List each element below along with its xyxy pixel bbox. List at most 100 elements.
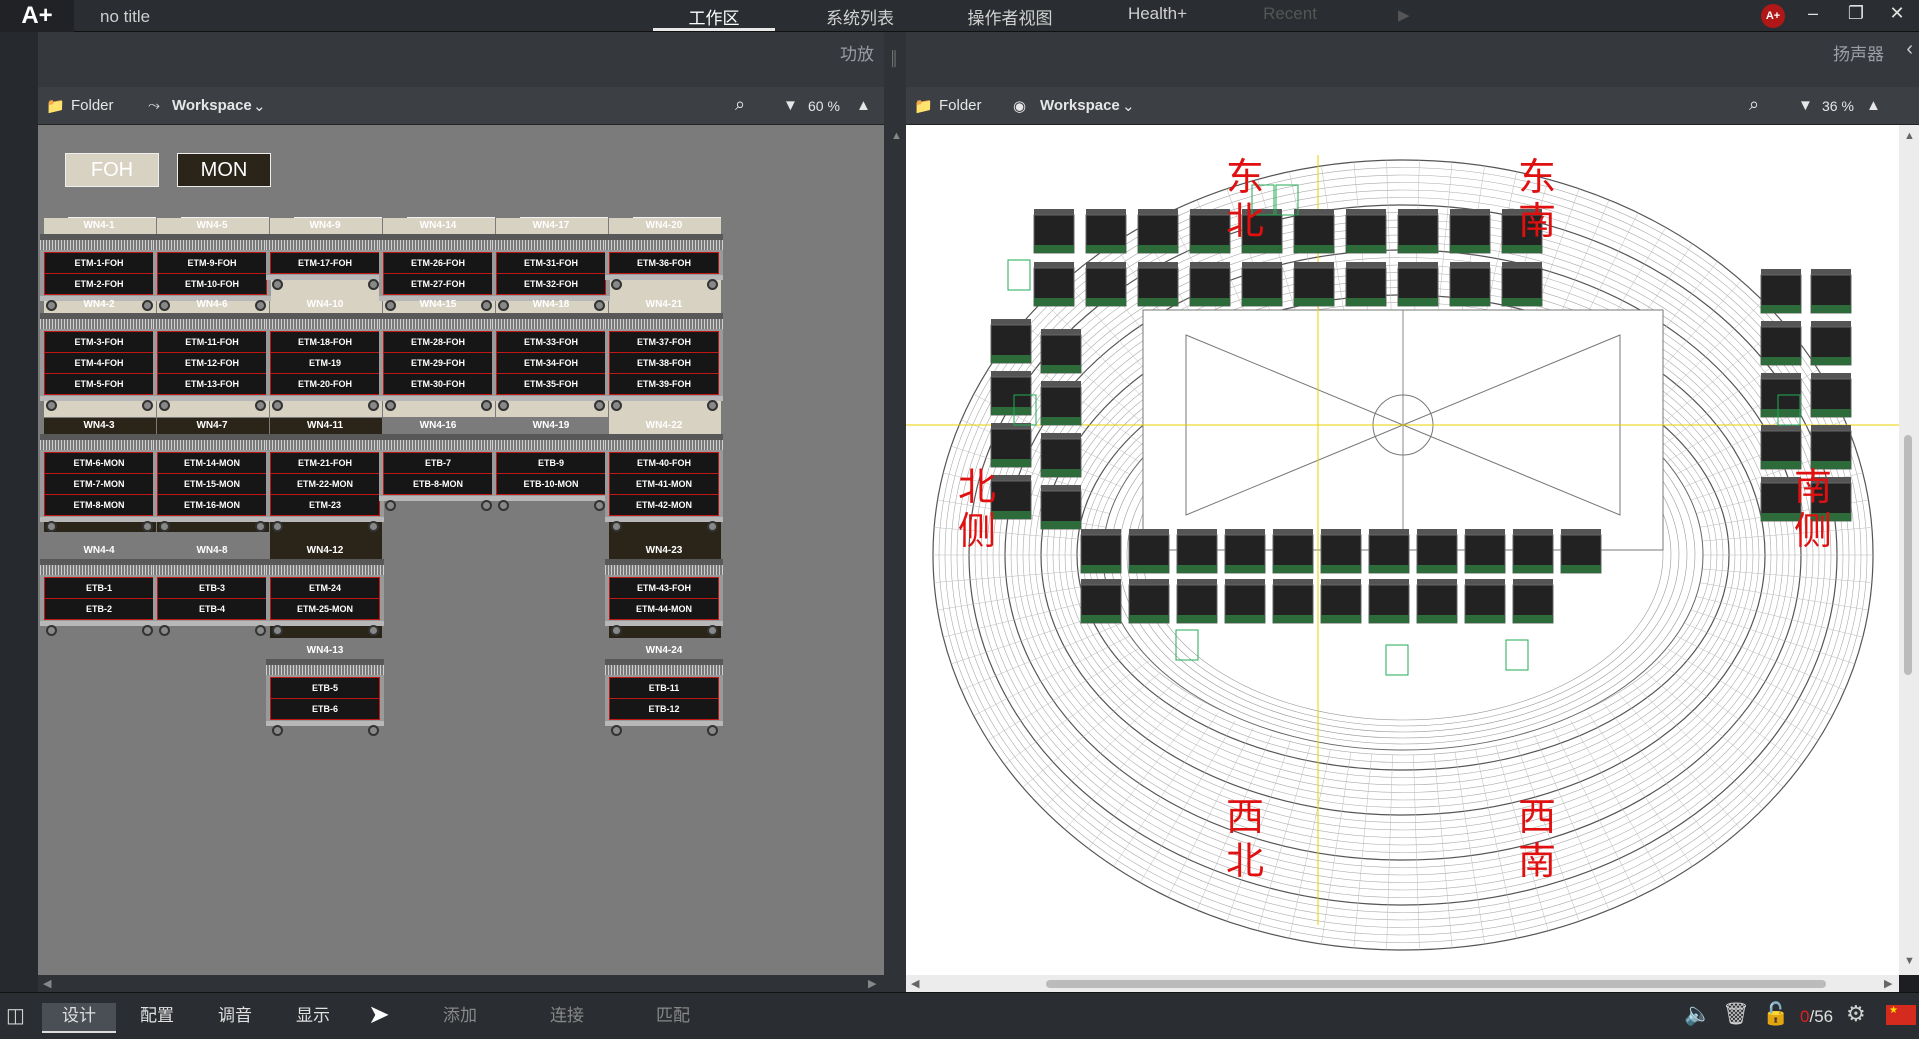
- amplifier-unit[interactable]: ETM-19: [270, 352, 380, 374]
- amp-rack[interactable]: WN4-18 ETM-33-FOH ETM-34-FOH ETM-35-FOH: [486, 297, 616, 411]
- amplifier-unit[interactable]: ETM-32-FOH: [496, 273, 606, 295]
- scroll-thumb[interactable]: [1904, 435, 1912, 675]
- amplifier-unit[interactable]: ETM-35-FOH: [496, 373, 606, 395]
- add-tool[interactable]: 添加: [420, 1003, 500, 1033]
- amp-rack[interactable]: WN4-1 ETM-1-FOH ETM-2-FOH: [34, 218, 164, 311]
- amp-rack[interactable]: WN4-17 ETM-31-FOH ETM-32-FOH: [486, 218, 616, 311]
- foh-mode-button[interactable]: FOH: [65, 153, 159, 187]
- folder-icon[interactable]: 📁: [46, 97, 65, 115]
- scroll-left-icon[interactable]: ◀: [911, 977, 919, 990]
- speaker-box[interactable]: [1040, 433, 1082, 478]
- amplifier-unit[interactable]: ETM-5-FOH: [44, 373, 154, 395]
- amplifier-unit[interactable]: ETM-12-FOH: [157, 352, 267, 374]
- speaker-box[interactable]: [1189, 209, 1231, 254]
- speaker-box[interactable]: [1224, 579, 1266, 624]
- amplifier-unit[interactable]: ETB-5: [270, 677, 380, 699]
- left-horizontal-scrollbar[interactable]: ◀ ▶: [38, 975, 884, 992]
- app-logo[interactable]: A+: [0, 0, 74, 32]
- amplifier-unit[interactable]: ETB-1: [44, 577, 154, 599]
- chevron-down-icon[interactable]: ⌄: [1122, 97, 1135, 115]
- amp-rack[interactable]: WN4-16 ETB-7 ETB-8-MON: [373, 418, 503, 511]
- workspace-dropdown[interactable]: Workspace: [1040, 97, 1120, 114]
- tab-system-list[interactable]: 系统列表: [805, 4, 915, 31]
- amplifier-unit[interactable]: ETM-15-MON: [157, 473, 267, 495]
- amplifier-unit[interactable]: ETM-25-MON: [270, 598, 380, 620]
- amplifier-unit[interactable]: ETB-6: [270, 698, 380, 720]
- workspace-icon[interactable]: ⤳: [148, 97, 160, 114]
- tab-workspace[interactable]: 工作区: [653, 4, 775, 31]
- speaker-box[interactable]: [1033, 262, 1075, 307]
- speaker-box[interactable]: [1176, 579, 1218, 624]
- amp-rack[interactable]: WN4-23 ETM-43-FOH ETM-44-MON: [599, 543, 729, 636]
- amp-rack[interactable]: WN4-15 ETM-28-FOH ETM-29-FOH ETM-30-FOH: [373, 297, 503, 411]
- language-flag-icon[interactable]: ★: [1886, 1005, 1916, 1025]
- speaker-box[interactable]: [1449, 262, 1491, 307]
- amplifier-unit[interactable]: ETM-39-FOH: [609, 373, 719, 395]
- amp-rack[interactable]: WN4-10 ETM-18-FOH ETM-19 ETM-20-FOH: [260, 297, 390, 411]
- folder-icon[interactable]: 📁: [914, 97, 933, 115]
- zoom-search-icon[interactable]: ⌕: [1749, 94, 1759, 115]
- speaker-box[interactable]: [1040, 329, 1082, 374]
- amplifier-unit[interactable]: ETM-24: [270, 577, 380, 599]
- speaker-box[interactable]: [1080, 579, 1122, 624]
- speaker-box[interactable]: [1040, 381, 1082, 426]
- scroll-right-icon[interactable]: ▶: [1884, 977, 1892, 990]
- speaker-box[interactable]: [990, 319, 1032, 364]
- speaker-box[interactable]: [1464, 529, 1506, 574]
- amplifier-unit[interactable]: ETM-22-MON: [270, 473, 380, 495]
- amplifier-unit[interactable]: ETM-6-MON: [44, 452, 154, 474]
- amp-rack[interactable]: WN4-2 ETM-3-FOH ETM-4-FOH ETM-5-FOH: [34, 297, 164, 411]
- speaker-box[interactable]: [1241, 262, 1283, 307]
- amplifier-unit[interactable]: ETM-38-FOH: [609, 352, 719, 374]
- folder-button[interactable]: Folder: [71, 97, 114, 114]
- amplifier-unit[interactable]: ETM-42-MON: [609, 494, 719, 516]
- speaker-box[interactable]: [1512, 579, 1554, 624]
- connect-tool[interactable]: 连接: [527, 1003, 607, 1033]
- zoom-out-icon[interactable]: ▼: [1798, 97, 1813, 114]
- amplifier-unit[interactable]: ETB-3: [157, 577, 267, 599]
- left-vertical-scrollbar[interactable]: ▲: [884, 125, 906, 975]
- amplifier-unit[interactable]: ETM-11-FOH: [157, 331, 267, 353]
- tab-display[interactable]: 显示: [276, 1003, 350, 1033]
- speaker-box[interactable]: [1464, 579, 1506, 624]
- speaker-box[interactable]: [1416, 529, 1458, 574]
- amplifier-unit[interactable]: ETM-4-FOH: [44, 352, 154, 374]
- amplifier-unit[interactable]: ETM-10-FOH: [157, 273, 267, 295]
- amplifier-unit[interactable]: ETB-7: [383, 452, 493, 474]
- speaker-mute-icon[interactable]: 🔈: [1684, 1001, 1711, 1027]
- splitter-grip-icon[interactable]: ║: [889, 50, 899, 66]
- speaker-box[interactable]: [1040, 485, 1082, 530]
- restore-icon[interactable]: ❐: [1843, 3, 1869, 24]
- speaker-box[interactable]: [1501, 262, 1543, 307]
- amplifier-unit[interactable]: ETB-10-MON: [496, 473, 606, 495]
- amp-rack[interactable]: WN4-12 ETM-24 ETM-25-MON: [260, 543, 390, 636]
- amplifier-unit[interactable]: ETM-14-MON: [157, 452, 267, 474]
- amplifier-unit[interactable]: ETM-28-FOH: [383, 331, 493, 353]
- amplifier-unit[interactable]: ETM-20-FOH: [270, 373, 380, 395]
- scroll-up-icon[interactable]: ▲: [891, 130, 902, 142]
- speaker-box[interactable]: [1137, 262, 1179, 307]
- tab-operator-view[interactable]: 操作者视图: [940, 4, 1080, 31]
- match-tool[interactable]: 匹配: [633, 1003, 713, 1033]
- amplifier-unit[interactable]: ETM-13-FOH: [157, 373, 267, 395]
- speaker-box[interactable]: [1760, 425, 1802, 470]
- zoom-in-icon[interactable]: ▲: [856, 97, 871, 114]
- speaker-box[interactable]: [1293, 262, 1335, 307]
- speaker-box[interactable]: [1810, 269, 1852, 314]
- zoom-in-icon[interactable]: ▲: [1866, 97, 1881, 114]
- speaker-box[interactable]: [1128, 579, 1170, 624]
- speaker-box[interactable]: [1416, 579, 1458, 624]
- speaker-box[interactable]: [1368, 529, 1410, 574]
- chevron-down-icon[interactable]: ⌄: [253, 97, 266, 115]
- workspace-icon[interactable]: ◉: [1013, 97, 1026, 115]
- folder-button[interactable]: Folder: [939, 97, 982, 114]
- amplifier-unit[interactable]: ETM-9-FOH: [157, 252, 267, 274]
- amp-rack[interactable]: WN4-11 ETM-21-FOH ETM-22-MON ETM-23: [260, 418, 390, 532]
- settings-gear-icon[interactable]: ⚙: [1846, 1001, 1866, 1027]
- speaker-box[interactable]: [1397, 262, 1439, 307]
- amplifier-unit[interactable]: ETM-3-FOH: [44, 331, 154, 353]
- amplifier-unit[interactable]: ETM-30-FOH: [383, 373, 493, 395]
- amplifier-unit[interactable]: ETM-34-FOH: [496, 352, 606, 374]
- speaker-box[interactable]: [1137, 209, 1179, 254]
- amplifier-unit[interactable]: ETM-41-MON: [609, 473, 719, 495]
